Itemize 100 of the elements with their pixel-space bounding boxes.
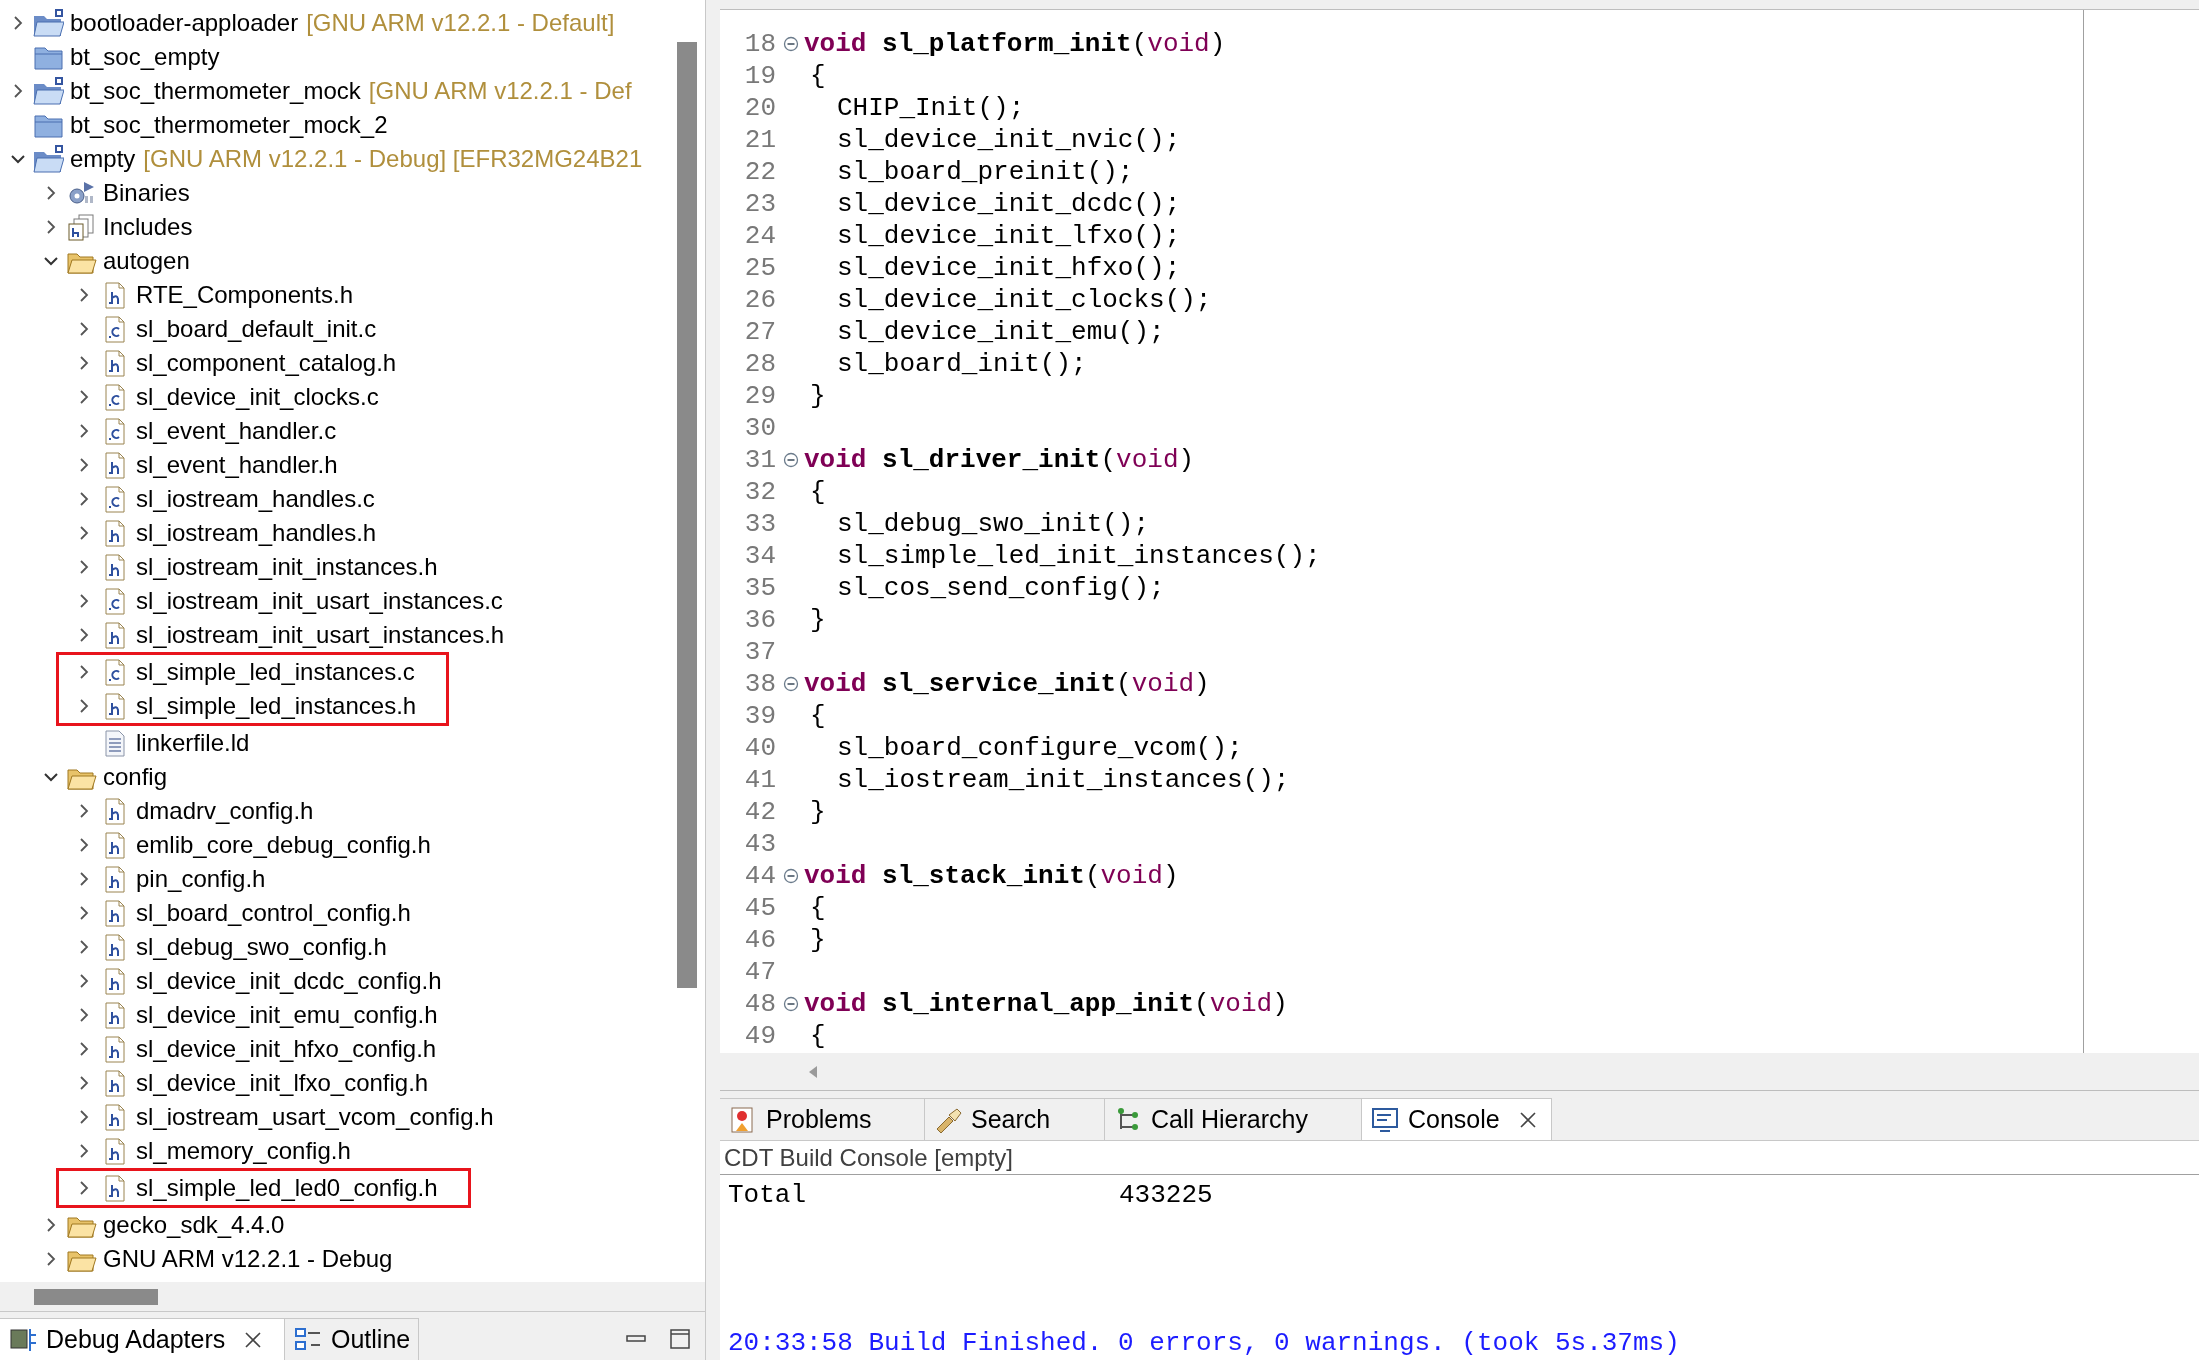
tree-item-label[interactable]: sl_device_init_emu_config.h <box>136 997 438 1033</box>
code-line: } <box>809 795 826 829</box>
line-number: 36 <box>743 603 777 637</box>
code-line: } <box>809 379 826 413</box>
line-number: 27 <box>743 315 777 349</box>
panel-tab[interactable]: Call Hierarchy <box>1105 1098 1362 1140</box>
code-line: sl_board_preinit(); <box>836 155 1134 189</box>
panel-tab[interactable]: Outline <box>285 1318 420 1360</box>
code-line: void sl_service_init(void) <box>804 667 1210 701</box>
code-line: sl_device_init_nvic(); <box>836 123 1181 157</box>
code-line: } <box>809 603 826 637</box>
tree-item-label[interactable]: sl_debug_swo_config.h <box>136 929 387 965</box>
tree-item-label[interactable]: sl_board_control_config.h <box>136 895 411 931</box>
tree-item-label[interactable]: sl_simple_led_instances.c <box>136 654 415 690</box>
tree-item-label[interactable]: emlib_core_debug_config.h <box>136 827 431 863</box>
tree-item-label[interactable]: Includes <box>103 209 193 245</box>
line-number: 40 <box>743 731 777 765</box>
line-number: 44 <box>743 859 777 893</box>
vertical-scrollbar[interactable] <box>677 42 697 988</box>
tree-item-label[interactable]: sl_iostream_handles.c <box>136 481 375 517</box>
line-number: 47 <box>743 955 777 989</box>
line-number: 28 <box>743 347 777 381</box>
tree-item-label[interactable]: RTE_Components.h <box>136 277 353 313</box>
include-stack-icon <box>65 212 97 242</box>
line-number: 33 <box>743 507 777 541</box>
tree-item-label[interactable]: sl_device_init_lfxo_config.h <box>136 1065 429 1101</box>
panel-tab[interactable]: Console <box>1362 1098 1552 1140</box>
panel-tab[interactable]: Search <box>925 1098 1105 1140</box>
tree-item-label[interactable]: pin_config.h <box>136 861 266 897</box>
code-line: void sl_stack_init(void) <box>804 859 1179 893</box>
line-number: 43 <box>743 827 777 861</box>
build-config-label: [GNU ARM v12.2.1 - Def <box>368 76 632 106</box>
tree-item-label[interactable]: linkerfile.ld <box>136 725 250 761</box>
code-line: sl_simple_led_init_instances(); <box>836 539 1321 573</box>
tree-item-label[interactable]: sl_event_handler.c <box>136 413 337 449</box>
project-folder-icon <box>32 76 64 106</box>
line-number: 29 <box>743 379 777 413</box>
collapse-fold-icon[interactable] <box>783 996 799 1012</box>
code-line: sl_device_init_emu(); <box>836 315 1165 349</box>
line-number: 39 <box>743 699 777 733</box>
code-line: { <box>809 891 826 925</box>
line-number: 35 <box>743 571 777 605</box>
panel-tab[interactable]: Debug Adapters <box>0 1318 285 1360</box>
code-line: sl_board_init(); <box>836 347 1087 381</box>
tree-item-label[interactable]: sl_component_catalog.h <box>136 345 397 381</box>
line-number: 25 <box>743 251 777 285</box>
code-line: CHIP_Init(); <box>836 91 1025 125</box>
tree-item-label[interactable]: config <box>103 759 168 795</box>
close-icon[interactable] <box>1517 1109 1538 1130</box>
total-value: 433225 <box>1119 1179 1213 1211</box>
tree-item-label[interactable]: bt_soc_thermometer_mock_2 <box>70 107 388 143</box>
code-line: sl_board_configure_vcom(); <box>836 731 1243 765</box>
collapse-fold-icon[interactable] <box>783 452 799 468</box>
tree-item-label[interactable]: sl_device_init_dcdc_config.h <box>136 963 442 999</box>
tree-item-label[interactable]: sl_device_init_clocks.c <box>136 379 379 415</box>
line-number: 24 <box>743 219 777 253</box>
panel-tab[interactable]: Problems <box>720 1098 925 1140</box>
tree-item-label[interactable]: gecko_sdk_4.4.0 <box>103 1207 285 1243</box>
tree-item-label[interactable]: empty <box>70 141 136 177</box>
code-line: { <box>809 475 826 509</box>
code-line: } <box>809 923 826 957</box>
project-folder-icon <box>32 8 64 38</box>
tree-item-label[interactable]: sl_iostream_init_usart_instances.h <box>136 617 505 653</box>
line-number: 23 <box>743 187 777 221</box>
tree-item-label[interactable]: autogen <box>103 243 190 279</box>
code-line: sl_iostream_init_instances(); <box>836 763 1290 797</box>
line-number: 48 <box>743 987 777 1021</box>
tree-item-label[interactable]: sl_iostream_init_instances.h <box>136 549 438 585</box>
tree-item-label[interactable]: sl_device_init_hfxo_config.h <box>136 1031 437 1067</box>
line-number: 42 <box>743 795 777 829</box>
horizontal-scrollbar[interactable] <box>34 1288 158 1305</box>
tree-item-label[interactable]: bt_soc_thermometer_mock <box>70 73 361 109</box>
code-line: sl_debug_swo_init(); <box>836 507 1150 541</box>
tree-item-label[interactable]: GNU ARM v12.2.1 - Debug <box>103 1241 393 1277</box>
line-number: 45 <box>743 891 777 925</box>
tree-item-label[interactable]: sl_simple_led_led0_config.h <box>136 1170 438 1206</box>
tree-item-label[interactable]: sl_event_handler.h <box>136 447 338 483</box>
collapse-fold-icon[interactable] <box>783 676 799 692</box>
tree-item-label[interactable]: sl_simple_led_instances.h <box>136 688 417 724</box>
code-line: void sl_internal_app_init(void) <box>804 987 1288 1021</box>
console-title: CDT Build Console [empty] <box>724 1142 1013 1173</box>
tree-item-label[interactable]: bt_soc_empty <box>70 39 220 75</box>
collapse-fold-icon[interactable] <box>783 36 799 52</box>
build-status-line: 20:33:58 Build Finished. 0 errors, 0 warnings. (took 5s.37ms) <box>728 1328 1680 1358</box>
collapse-fold-icon[interactable] <box>783 868 799 884</box>
tree-item-label[interactable]: sl_memory_config.h <box>136 1133 351 1169</box>
line-number: 22 <box>743 155 777 189</box>
tree-item-label[interactable]: Binaries <box>103 175 190 211</box>
tree-item-label[interactable]: sl_iostream_handles.h <box>136 515 377 551</box>
code-line: { <box>809 1019 826 1053</box>
line-number: 37 <box>743 635 777 669</box>
line-number: 46 <box>743 923 777 957</box>
tree-item-label[interactable]: sl_iostream_init_usart_instances.c <box>136 583 503 619</box>
tree-item-label[interactable]: sl_iostream_usart_vcom_config.h <box>136 1099 494 1135</box>
tree-item-label[interactable]: sl_board_default_init.c <box>136 311 377 347</box>
close-icon[interactable] <box>243 1329 264 1350</box>
maximize-icon[interactable] <box>669 1328 691 1350</box>
tree-item-label[interactable]: dmadrv_config.h <box>136 793 314 829</box>
code-line: { <box>809 59 826 93</box>
tree-item-label[interactable]: bootloader-apploader <box>70 5 299 41</box>
